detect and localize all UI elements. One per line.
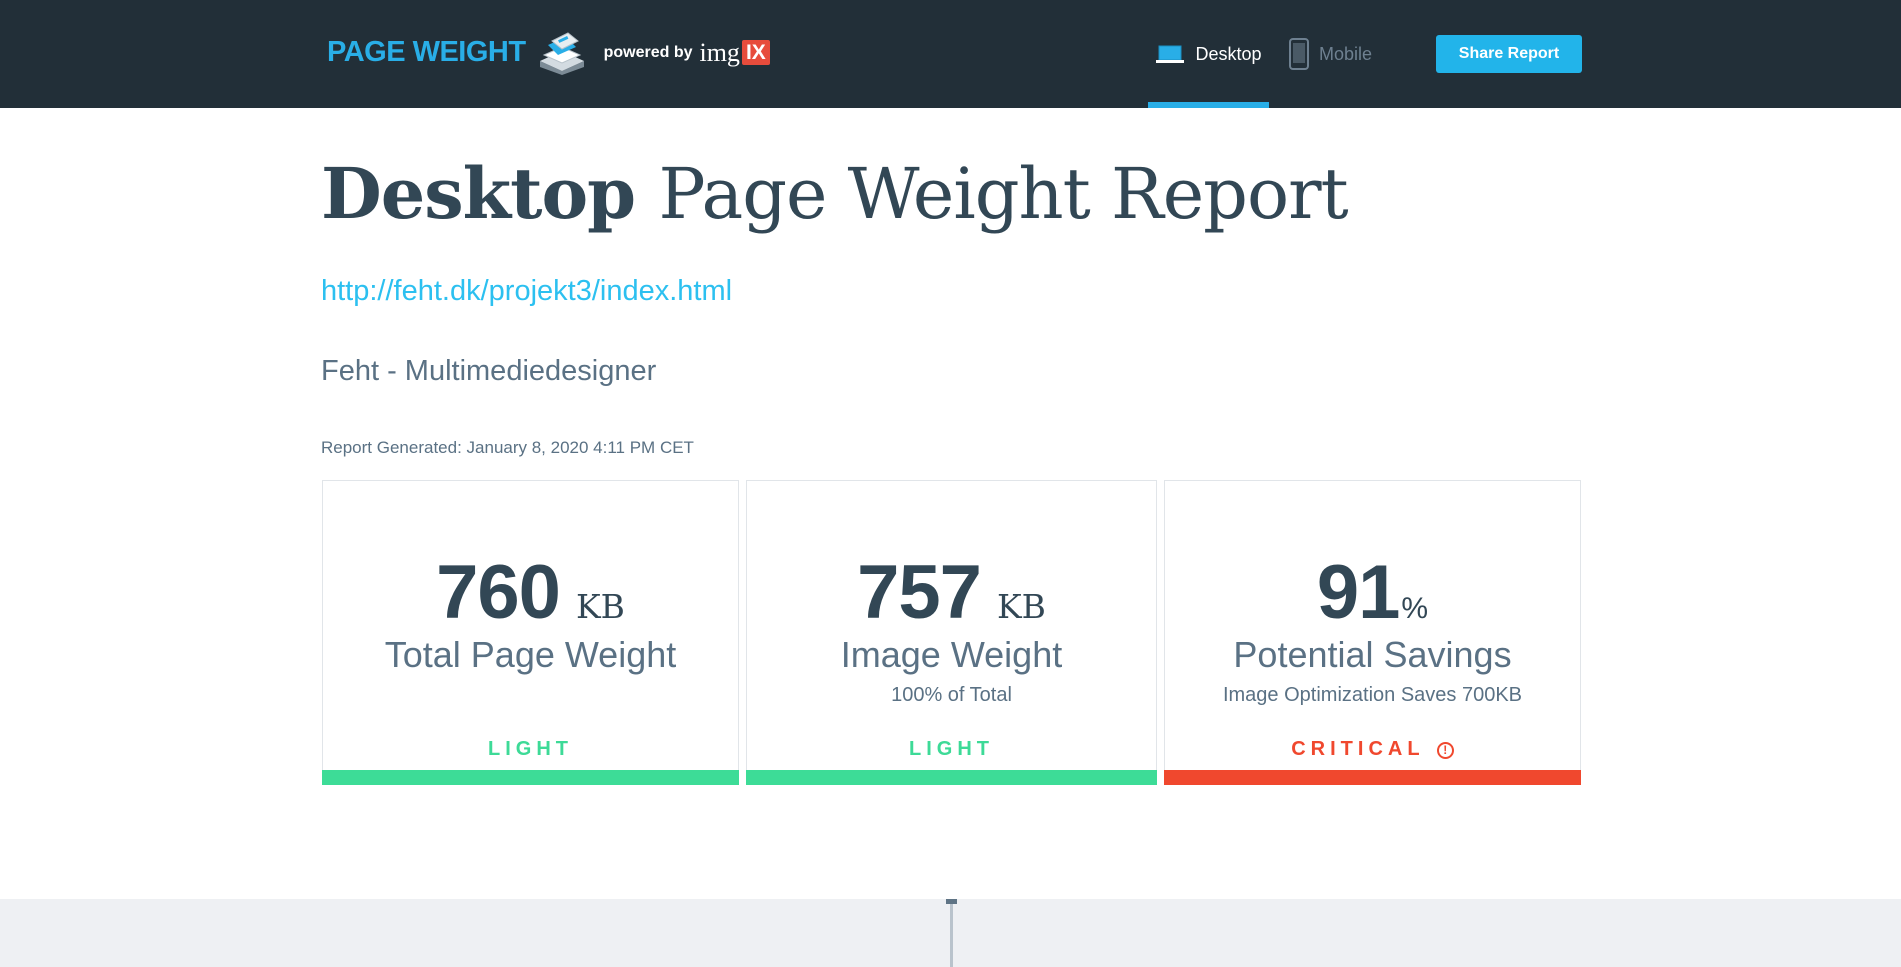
- imgix-wordmark: img: [699, 37, 740, 67]
- page-title-device: Desktop: [321, 152, 636, 235]
- page-title: Desktop Page Weight Report: [321, 152, 1349, 235]
- report-generated-timestamp: Report Generated: January 8, 2020 4:11 P…: [321, 438, 694, 457]
- page-weight-logo-icon: [539, 31, 584, 75]
- breakdown-section: [0, 899, 1901, 967]
- status-bar-fill: [746, 770, 1157, 785]
- status-badge: LIGHT: [323, 738, 738, 761]
- metric-value: 91: [1316, 550, 1401, 635]
- metric-subtext: 100% of Total: [891, 684, 1012, 706]
- status-bar-fill: [1164, 770, 1581, 785]
- potential-savings-card: 91 % Potential Savings Image Optimizatio…: [1164, 480, 1581, 785]
- imgix-logo: img IX: [699, 37, 770, 68]
- timeline-line: [950, 899, 953, 967]
- status-bar-fill: [322, 770, 739, 785]
- metric-unit: KB: [575, 587, 625, 626]
- metric: 757 KB: [747, 549, 1156, 635]
- top-bar: PAGE WEIGHT powered by img IX Desktop Mo…: [0, 0, 1901, 108]
- status-bar: [746, 770, 1157, 785]
- metric-unit: KB: [996, 587, 1046, 626]
- metric-unit: %: [1401, 592, 1429, 625]
- tab-desktop-label: Desktop: [1195, 43, 1262, 64]
- status-badge: LIGHT: [747, 738, 1156, 761]
- metric: 760 KB: [323, 549, 738, 635]
- metric: 91 %: [1165, 549, 1580, 635]
- warning-icon: !: [1436, 742, 1454, 759]
- tab-mobile-label: Mobile: [1319, 43, 1373, 64]
- status-label: LIGHT: [909, 738, 994, 760]
- status-label: CRITICAL: [1291, 738, 1425, 760]
- report-url-link[interactable]: http://feht.dk/projekt3/index.html: [321, 275, 732, 308]
- site-title: Feht - Multimediedesigner: [321, 355, 657, 387]
- metric-label: Potential Savings: [1233, 634, 1512, 675]
- brand[interactable]: PAGE WEIGHT powered by img IX: [327, 30, 770, 75]
- total-page-weight-card: 760 KB Total Page Weight LIGHT: [322, 480, 739, 785]
- status-label: LIGHT: [488, 738, 573, 760]
- share-report-button[interactable]: Share Report: [1436, 35, 1582, 73]
- metric-value: 757: [857, 550, 982, 635]
- metric-subtext: Image Optimization Saves 700KB: [1222, 684, 1523, 706]
- metric-label: Total Page Weight: [384, 634, 677, 675]
- status-bar: [322, 770, 739, 785]
- brand-name: PAGE WEIGHT: [327, 36, 526, 68]
- metric-value: 760: [436, 550, 561, 635]
- timeline-marker: [946, 899, 957, 904]
- imgix-badge: IX: [741, 40, 770, 65]
- status-bar: [1164, 770, 1581, 785]
- phone-icon: [1289, 38, 1309, 70]
- tab-mobile[interactable]: Mobile: [1289, 0, 1385, 108]
- powered-by-label: powered by: [603, 43, 693, 61]
- status-badge: CRITICAL !: [1165, 738, 1580, 761]
- active-tab-indicator: [1148, 102, 1269, 108]
- laptop-icon: [1156, 45, 1185, 63]
- page-title-rest: Page Weight Report: [658, 153, 1349, 235]
- metric-label: Image Weight: [840, 634, 1063, 675]
- tab-desktop[interactable]: Desktop: [1148, 0, 1269, 108]
- image-weight-card: 757 KB Image Weight 100% of Total LIGHT: [746, 480, 1157, 785]
